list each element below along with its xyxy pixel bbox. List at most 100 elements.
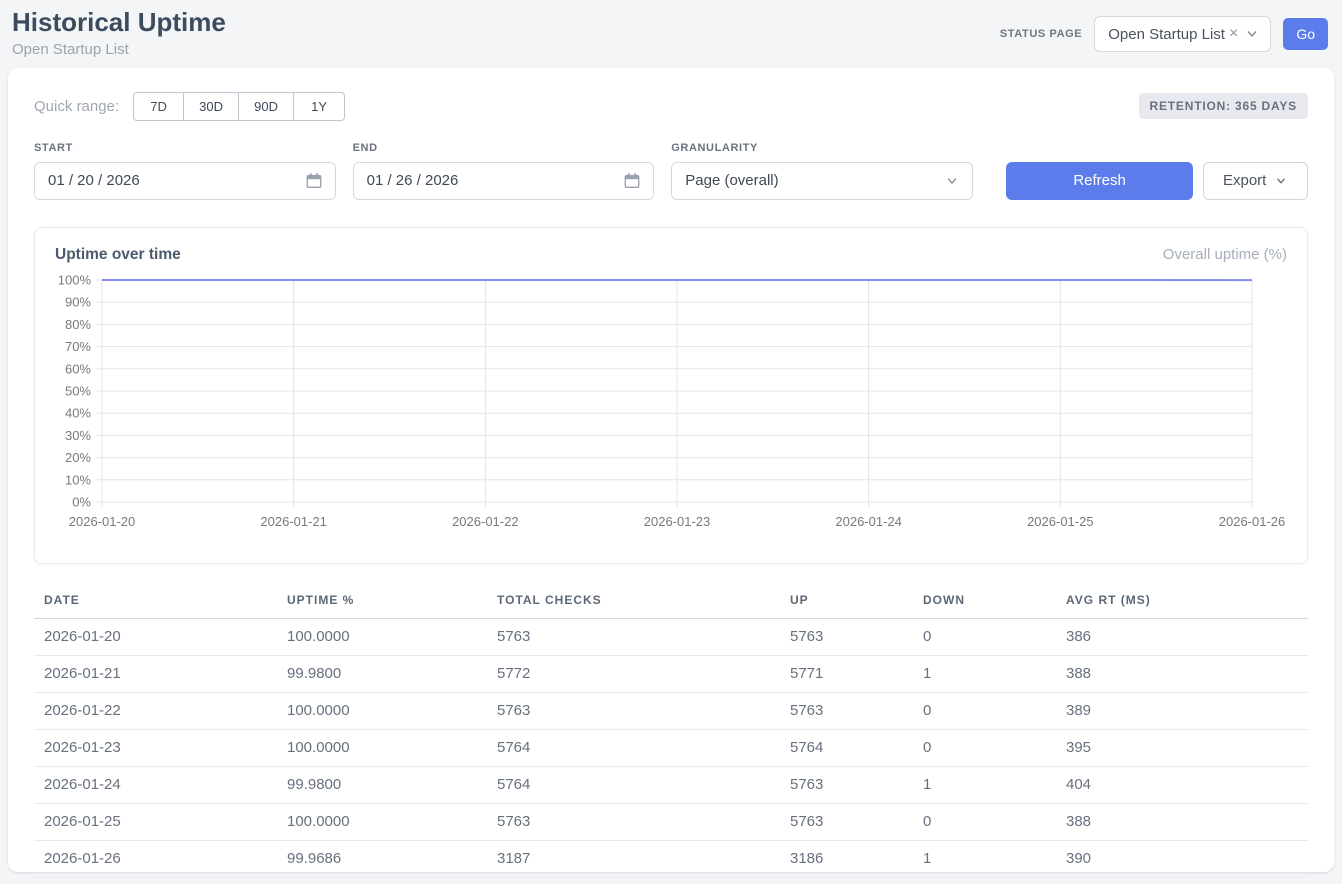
cell-tot: 5764 bbox=[487, 766, 780, 803]
cell-down: 0 bbox=[913, 692, 1056, 729]
cell-date: 2026-01-24 bbox=[34, 766, 277, 803]
column-header-date: DATE bbox=[34, 587, 277, 619]
chevron-down-icon bbox=[1274, 174, 1288, 188]
cell-tot: 5772 bbox=[487, 655, 780, 692]
svg-text:60%: 60% bbox=[65, 361, 91, 376]
chevron-down-icon bbox=[944, 173, 960, 189]
cell-up: 5771 bbox=[780, 655, 913, 692]
go-button[interactable]: Go bbox=[1283, 18, 1328, 50]
status-page-label: STATUS PAGE bbox=[1000, 28, 1082, 40]
svg-text:2026-01-23: 2026-01-23 bbox=[644, 514, 711, 529]
cell-avg: 404 bbox=[1056, 766, 1308, 803]
cell-upt: 99.9800 bbox=[277, 766, 487, 803]
cell-down: 0 bbox=[913, 803, 1056, 840]
quick-range-1y[interactable]: 1Y bbox=[294, 92, 345, 121]
cell-tot: 5764 bbox=[487, 729, 780, 766]
svg-text:80%: 80% bbox=[65, 317, 91, 332]
svg-text:2026-01-22: 2026-01-22 bbox=[452, 514, 519, 529]
svg-text:2026-01-20: 2026-01-20 bbox=[69, 514, 136, 529]
uptime-line-chart: 0%10%20%30%40%50%60%70%80%90%100%2026-01… bbox=[55, 268, 1289, 540]
svg-text:0%: 0% bbox=[72, 494, 91, 509]
cell-upt: 100.0000 bbox=[277, 692, 487, 729]
column-header-avg: AVG RT (MS) bbox=[1056, 587, 1308, 619]
granularity-field: GRANULARITY Page (overall) bbox=[671, 142, 973, 200]
cell-upt: 100.0000 bbox=[277, 729, 487, 766]
cell-date: 2026-01-23 bbox=[34, 729, 277, 766]
refresh-button[interactable]: Refresh bbox=[1006, 162, 1193, 200]
cell-avg: 390 bbox=[1056, 840, 1308, 877]
cell-avg: 395 bbox=[1056, 729, 1308, 766]
retention-badge: RETENTION: 365 DAYS bbox=[1139, 93, 1308, 119]
svg-text:2026-01-25: 2026-01-25 bbox=[1027, 514, 1094, 529]
svg-text:30%: 30% bbox=[65, 428, 91, 443]
svg-text:2026-01-26: 2026-01-26 bbox=[1219, 514, 1286, 529]
start-date-field: START 01 / 20 / 2026 bbox=[34, 142, 336, 200]
end-date-field: END 01 / 26 / 2026 bbox=[353, 142, 655, 200]
column-header-upt: UPTIME % bbox=[277, 587, 487, 619]
page-subtitle: Open Startup List bbox=[12, 41, 226, 58]
uptime-table-body: 2026-01-20100.00005763576303862026-01-21… bbox=[34, 618, 1308, 877]
chart-title: Uptime over time bbox=[55, 246, 181, 264]
toolbar-row: Quick range: 7D30D90D1Y RETENTION: 365 D… bbox=[34, 92, 1308, 121]
cell-avg: 389 bbox=[1056, 692, 1308, 729]
uptime-table: DATEUPTIME %TOTAL CHECKSUPDOWNAVG RT (MS… bbox=[34, 587, 1308, 878]
cell-down: 1 bbox=[913, 840, 1056, 877]
cell-date: 2026-01-22 bbox=[34, 692, 277, 729]
calendar-icon[interactable] bbox=[623, 172, 641, 190]
cell-up: 5763 bbox=[780, 803, 913, 840]
table-row: 2026-01-25100.0000576357630388 bbox=[34, 803, 1308, 840]
cell-tot: 5763 bbox=[487, 692, 780, 729]
granularity-selected-value: Page (overall) bbox=[685, 172, 778, 189]
cell-tot: 5763 bbox=[487, 618, 780, 655]
svg-text:20%: 20% bbox=[65, 450, 91, 465]
table-row: 2026-01-2699.9686318731861390 bbox=[34, 840, 1308, 877]
svg-text:2026-01-21: 2026-01-21 bbox=[260, 514, 327, 529]
quick-range-7d[interactable]: 7D bbox=[133, 92, 184, 121]
export-button[interactable]: Export bbox=[1203, 162, 1308, 200]
page-heading: Historical Uptime Open Startup List bbox=[12, 8, 226, 58]
quick-range-90d[interactable]: 90D bbox=[239, 92, 294, 121]
table-row: 2026-01-22100.0000576357630389 bbox=[34, 692, 1308, 729]
quick-range-buttons: 7D30D90D1Y bbox=[133, 92, 345, 121]
cell-date: 2026-01-21 bbox=[34, 655, 277, 692]
status-page-selected-value: Open Startup List bbox=[1108, 26, 1225, 43]
end-date-input[interactable]: 01 / 26 / 2026 bbox=[353, 162, 655, 200]
svg-text:2026-01-24: 2026-01-24 bbox=[835, 514, 902, 529]
start-date-label: START bbox=[34, 142, 336, 154]
column-header-up: UP bbox=[780, 587, 913, 619]
cell-avg: 388 bbox=[1056, 655, 1308, 692]
cell-date: 2026-01-20 bbox=[34, 618, 277, 655]
status-page-select[interactable]: Open Startup List × bbox=[1094, 16, 1271, 52]
table-row: 2026-01-23100.0000576457640395 bbox=[34, 729, 1308, 766]
clear-selection-icon[interactable]: × bbox=[1229, 26, 1238, 42]
quick-range-30d[interactable]: 30D bbox=[184, 92, 239, 121]
end-date-label: END bbox=[353, 142, 655, 154]
cell-up: 5763 bbox=[780, 692, 913, 729]
end-date-value: 01 / 26 / 2026 bbox=[367, 172, 459, 189]
quick-range-label: Quick range: bbox=[34, 98, 119, 115]
quick-range-group: Quick range: 7D30D90D1Y bbox=[34, 92, 345, 121]
svg-text:100%: 100% bbox=[58, 272, 92, 287]
cell-down: 1 bbox=[913, 766, 1056, 803]
filters-row: START 01 / 20 / 2026 END 01 / 26 / 2026 … bbox=[34, 142, 1308, 200]
uptime-chart-card: Uptime over time Overall uptime (%) 0% 10… bbox=[34, 227, 1308, 564]
cell-upt: 99.9800 bbox=[277, 655, 487, 692]
cell-down: 0 bbox=[913, 729, 1056, 766]
granularity-select[interactable]: Page (overall) bbox=[671, 162, 973, 200]
svg-text:90%: 90% bbox=[65, 295, 91, 310]
column-header-down: DOWN bbox=[913, 587, 1056, 619]
cell-up: 3186 bbox=[780, 840, 913, 877]
cell-upt: 99.9686 bbox=[277, 840, 487, 877]
page-header: Historical Uptime Open Startup List STAT… bbox=[0, 0, 1342, 58]
calendar-icon[interactable] bbox=[305, 172, 323, 190]
table-row: 2026-01-2499.9800576457631404 bbox=[34, 766, 1308, 803]
start-date-input[interactable]: 01 / 20 / 2026 bbox=[34, 162, 336, 200]
cell-date: 2026-01-25 bbox=[34, 803, 277, 840]
cell-down: 0 bbox=[913, 618, 1056, 655]
header-controls: STATUS PAGE Open Startup List × Go bbox=[1000, 16, 1328, 52]
start-date-value: 01 / 20 / 2026 bbox=[48, 172, 140, 189]
cell-upt: 100.0000 bbox=[277, 618, 487, 655]
chart-legend: Overall uptime (%) bbox=[1163, 246, 1287, 263]
svg-text:70%: 70% bbox=[65, 339, 91, 354]
table-row: 2026-01-2199.9800577257711388 bbox=[34, 655, 1308, 692]
